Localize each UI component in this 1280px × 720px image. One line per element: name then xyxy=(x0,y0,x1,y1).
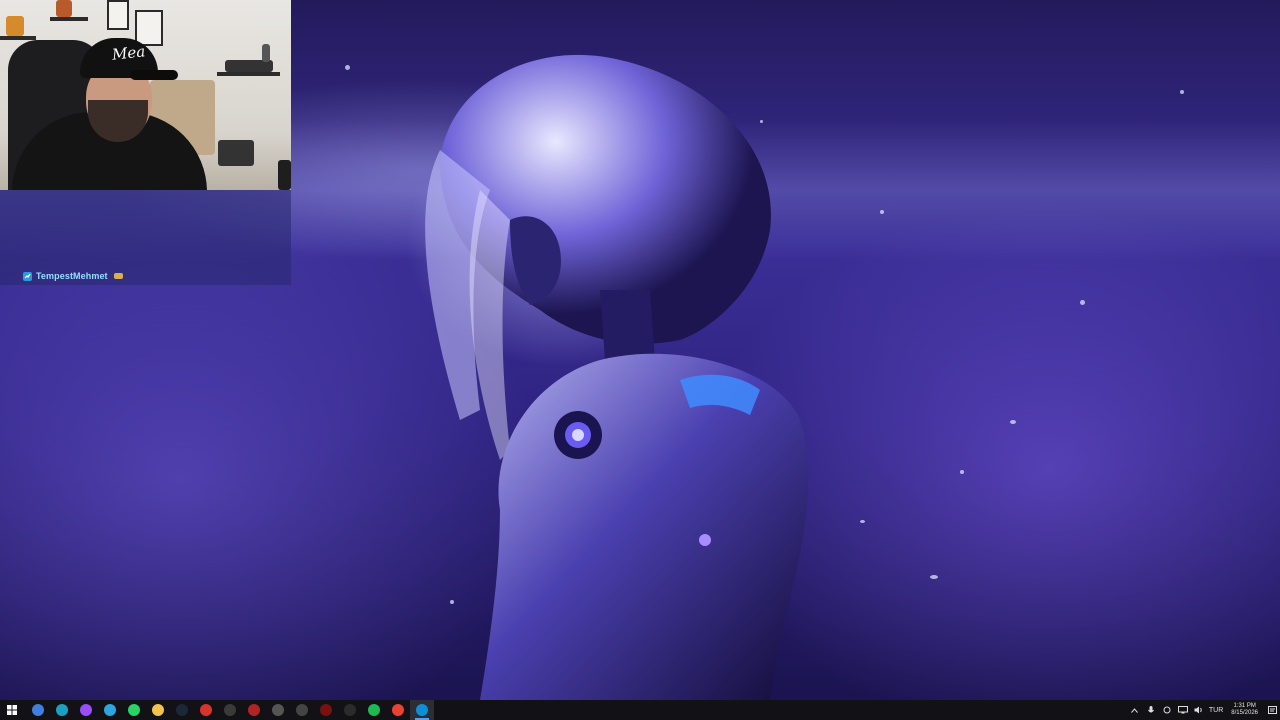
particle xyxy=(880,210,884,214)
taskbar-app-17-button[interactable] xyxy=(410,700,434,720)
wall-shelf xyxy=(50,17,88,21)
particle xyxy=(960,470,964,474)
clock-time: 1:31 PM xyxy=(1233,703,1256,709)
particle xyxy=(860,520,865,523)
shelf-item xyxy=(262,44,270,62)
windows-start-icon xyxy=(7,705,17,715)
taskbar-app-7-button[interactable] xyxy=(170,700,194,720)
taskbar-app-5-button[interactable] xyxy=(122,700,146,720)
particle xyxy=(760,120,763,123)
windows-start-button[interactable] xyxy=(0,700,24,720)
notification-icon xyxy=(1267,705,1277,714)
chat-username: TempestMehmet xyxy=(36,271,108,281)
taskbar-app-2-button[interactable] xyxy=(50,700,74,720)
particle xyxy=(1180,90,1184,94)
wallpaper-anime-figure xyxy=(425,54,809,700)
network-tray-button[interactable] xyxy=(1175,700,1191,720)
taskbar-pinned-apps xyxy=(26,700,434,720)
volume-tray-button[interactable] xyxy=(1191,700,1207,720)
chrome-icon xyxy=(392,704,404,716)
taskbar-app-10-button[interactable] xyxy=(242,700,266,720)
taskbar: TUR 1:31 PM 8/15/2026 xyxy=(0,700,1280,720)
taskbar-app-12-button[interactable] xyxy=(290,700,314,720)
particle xyxy=(345,65,350,70)
show-hidden-icons-button[interactable] xyxy=(1127,700,1143,720)
purple-app-icon xyxy=(80,704,92,716)
taskbar-app-1-button[interactable] xyxy=(26,700,50,720)
browser-icon xyxy=(56,704,68,716)
taskbar-app-11-button[interactable] xyxy=(266,700,290,720)
taskbar-app-4-button[interactable] xyxy=(98,700,122,720)
chevron-up-icon xyxy=(1131,707,1139,713)
tray-app-icon xyxy=(1163,706,1171,714)
taskbar-app-6-button[interactable] xyxy=(146,700,170,720)
taskbar-app-15-button[interactable] xyxy=(362,700,386,720)
input-language-button[interactable]: TUR xyxy=(1207,700,1225,720)
edge-icon xyxy=(416,704,428,716)
taskbar-app-9-button[interactable] xyxy=(218,700,242,720)
desk-device xyxy=(278,160,291,190)
taskbar-app-16-button[interactable] xyxy=(386,700,410,720)
whatsapp-icon xyxy=(128,704,140,716)
microphone-icon xyxy=(1147,705,1154,712)
particle xyxy=(450,600,454,604)
taskbar-app-13-button[interactable] xyxy=(314,700,338,720)
shelf-item xyxy=(6,16,24,36)
cap-brim xyxy=(130,70,178,80)
record-app-icon xyxy=(296,704,308,716)
taskbar-app-8-button[interactable] xyxy=(194,700,218,720)
wall-frame xyxy=(107,0,129,30)
chat-message: TempestMehmet xyxy=(23,270,123,282)
chat-emote-icon xyxy=(113,273,123,279)
steam-icon xyxy=(176,704,188,716)
dark-app-icon xyxy=(224,704,236,716)
system-tray: TUR 1:31 PM 8/15/2026 xyxy=(1127,700,1280,720)
taskbar-app-14-button[interactable] xyxy=(338,700,362,720)
hexagon-app-icon xyxy=(272,704,284,716)
taskbar-clock[interactable]: 1:31 PM 8/15/2026 xyxy=(1225,700,1264,720)
particle xyxy=(1080,300,1085,305)
microphone-tray-button[interactable] xyxy=(1143,700,1159,720)
wall-shelf xyxy=(217,72,280,76)
red-app-icon xyxy=(200,704,212,716)
tray-app-button[interactable] xyxy=(1159,700,1175,720)
taskbar-app-3-button[interactable] xyxy=(74,700,98,720)
desk-device xyxy=(218,140,254,166)
particle xyxy=(1010,420,1016,424)
particle xyxy=(930,575,938,579)
clock-date: 8/15/2026 xyxy=(1231,710,1258,716)
shelf-item xyxy=(56,0,72,17)
telegram-icon xyxy=(104,704,116,716)
capcut-icon xyxy=(344,704,356,716)
red-dark-app-icon xyxy=(320,704,332,716)
notification-center-button[interactable] xyxy=(1264,700,1280,720)
webcam-overlay: Mea xyxy=(0,0,291,190)
tool-app-icon xyxy=(248,704,260,716)
circle-app-icon xyxy=(32,704,44,716)
spotify-icon xyxy=(368,704,380,716)
wall-frame xyxy=(135,10,163,46)
wall-shelf xyxy=(0,36,36,40)
network-icon xyxy=(1177,706,1188,714)
chat-badge-icon xyxy=(23,271,32,281)
cap-logo: Mea xyxy=(111,42,147,64)
speaker-icon xyxy=(1194,706,1202,714)
folder-icon xyxy=(152,704,164,716)
